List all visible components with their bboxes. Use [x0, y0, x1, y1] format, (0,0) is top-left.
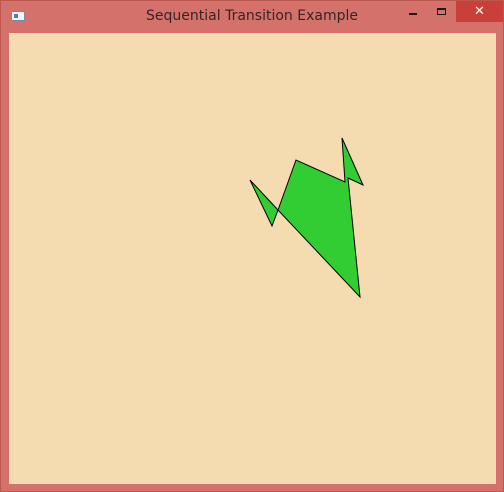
animated-shape-layer	[249, 137, 365, 299]
animated-polygon-shape	[249, 137, 365, 299]
